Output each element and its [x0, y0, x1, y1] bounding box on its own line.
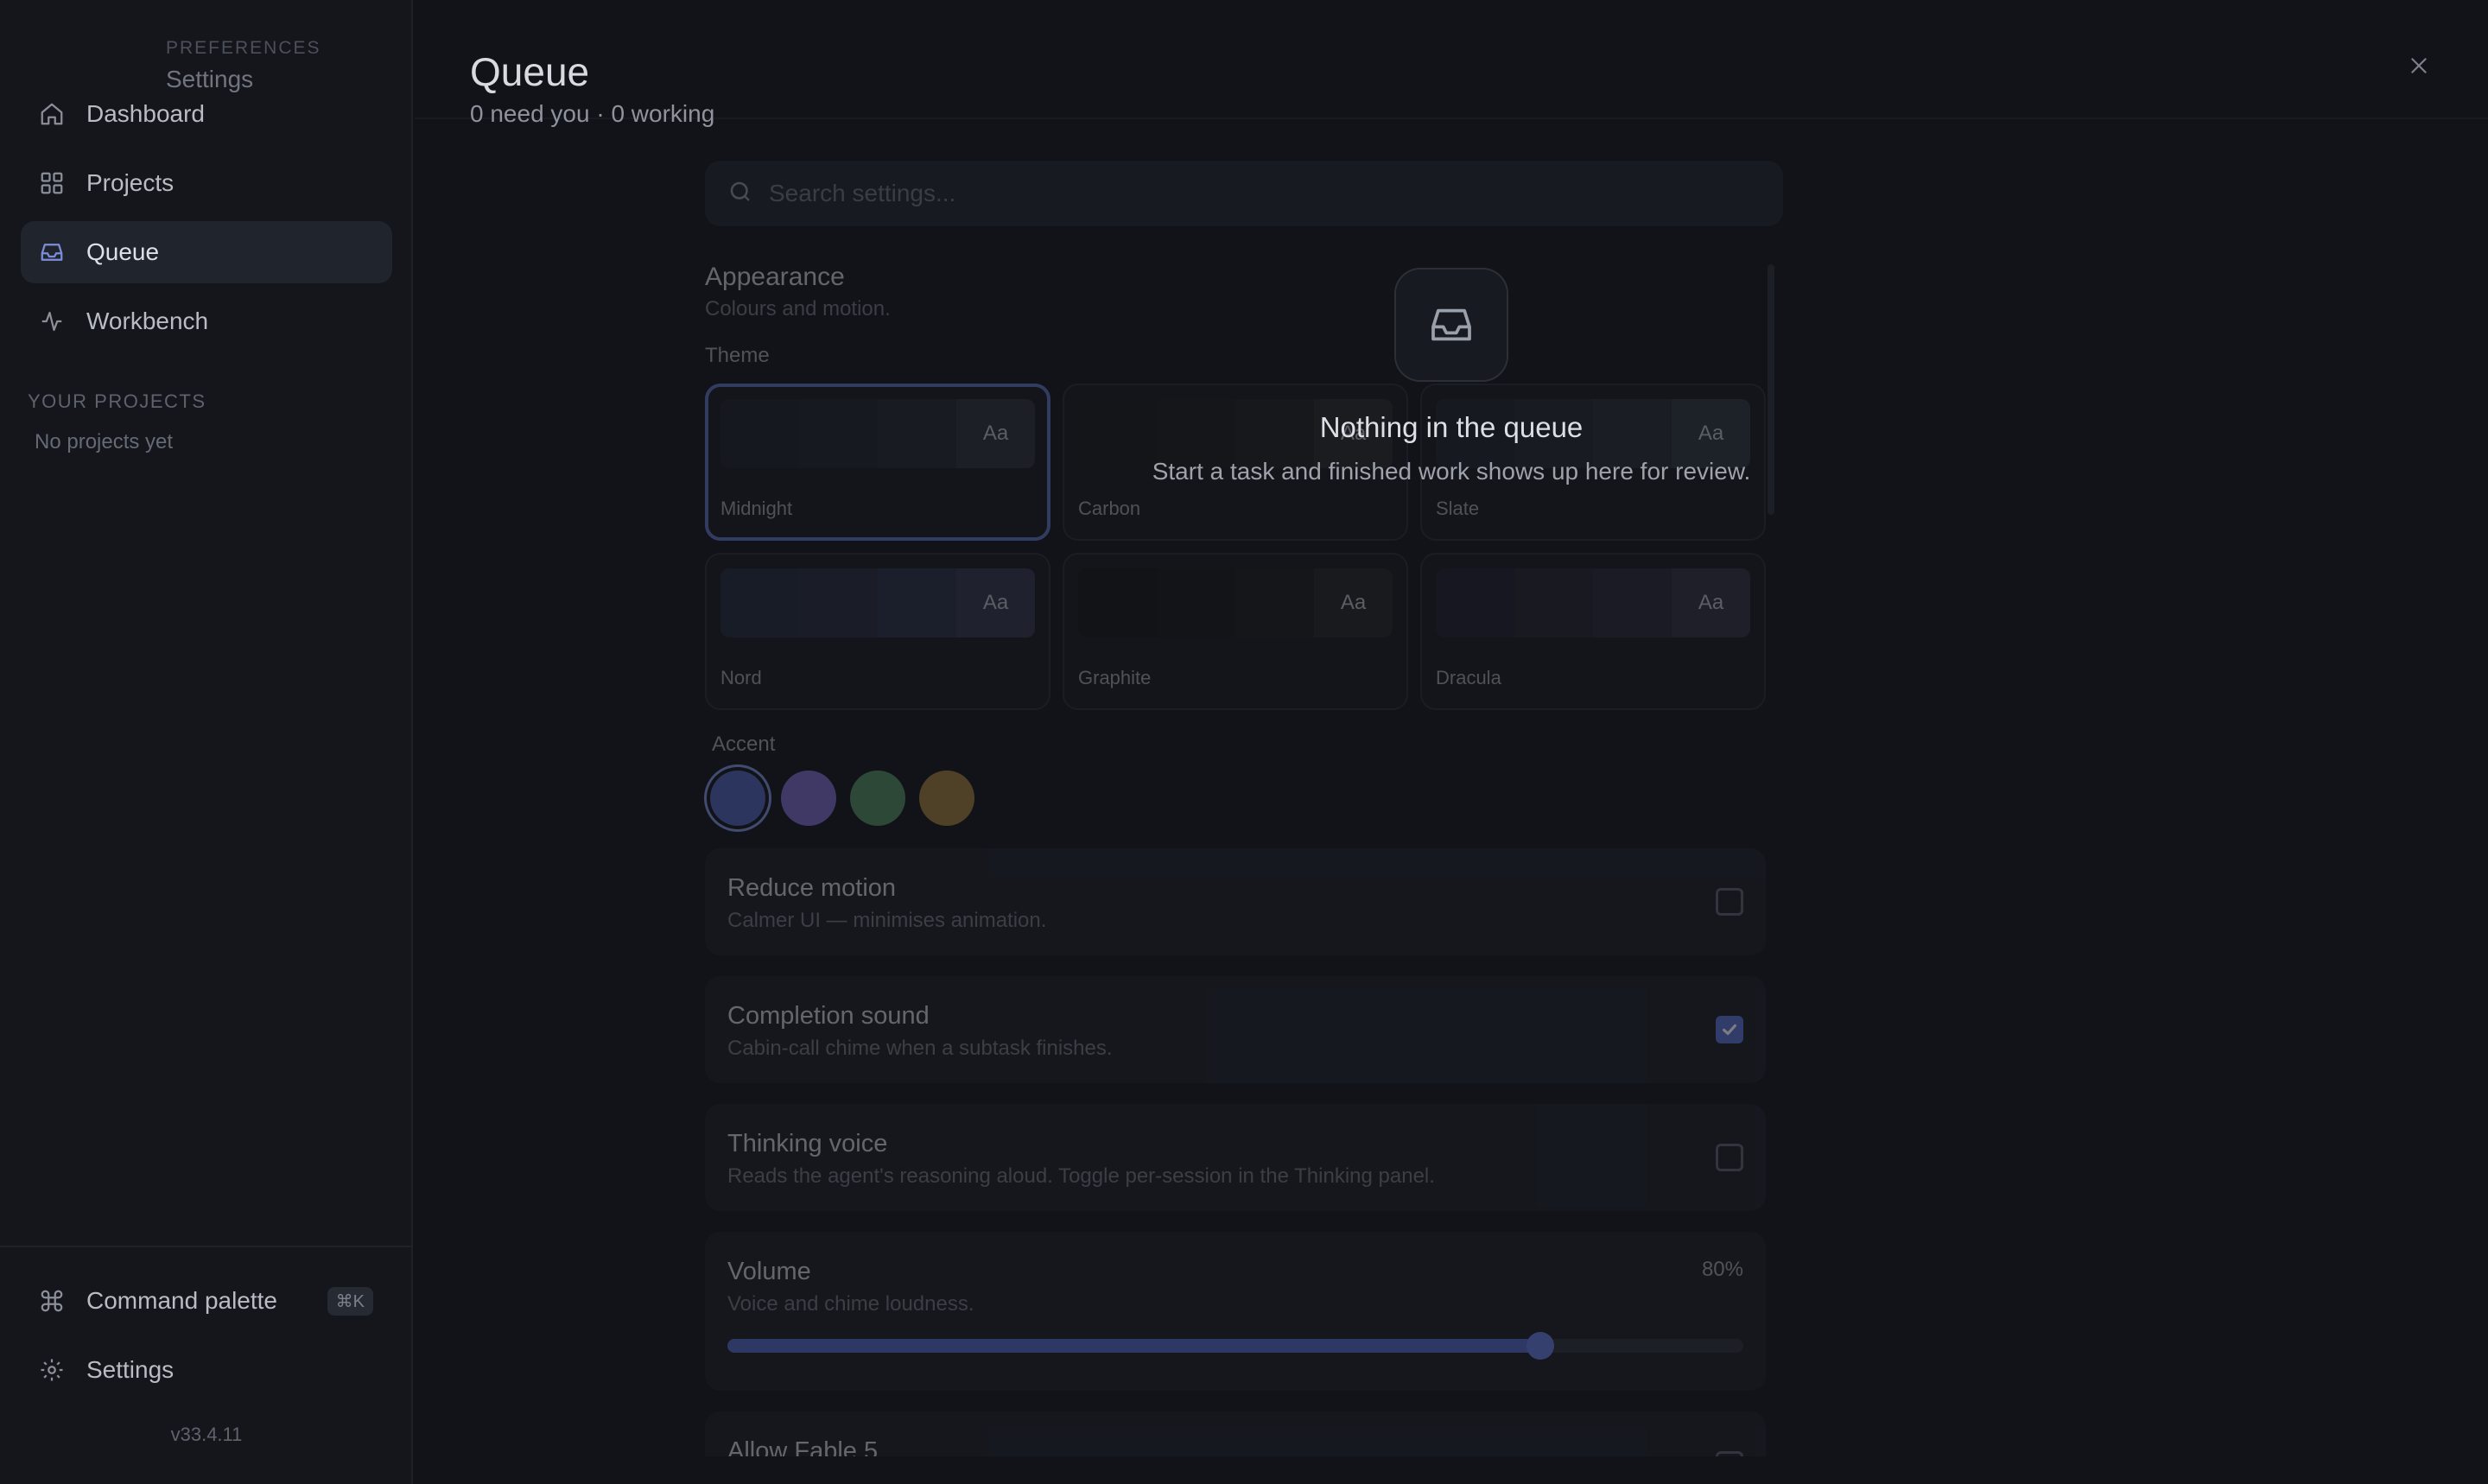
theme-swatch: Aa	[1436, 568, 1750, 637]
theme-swatch: Aa	[1078, 568, 1393, 637]
setting-title: Volume	[727, 1258, 811, 1285]
theme-label: Theme	[705, 344, 770, 367]
appearance-subtitle: Colours and motion.	[705, 297, 891, 320]
accent-swatch-blue[interactable]	[710, 771, 765, 826]
panel-bottom-edge	[415, 1456, 2488, 1484]
accent-swatch-amber[interactable]	[919, 771, 974, 826]
theme-swatch: Aa	[720, 568, 1035, 637]
appearance-heading: Appearance	[705, 263, 845, 291]
settings-search[interactable]	[705, 161, 1783, 226]
accent-swatch-purple[interactable]	[781, 771, 836, 826]
page-title: Queue	[470, 49, 590, 94]
setting-description: Voice and chime loudness.	[727, 1292, 974, 1316]
inbox-icon	[1431, 308, 1471, 341]
setting-row-reduce-motion: Reduce motion Calmer UI — minimises anim…	[705, 848, 1766, 955]
volume-slider-fill	[727, 1339, 1540, 1353]
accent-swatch-green[interactable]	[850, 771, 905, 826]
completion-sound-checkbox[interactable]	[1716, 1016, 1743, 1043]
volume-slider[interactable]	[727, 1332, 1743, 1360]
search-input[interactable]	[769, 180, 1719, 207]
theme-card-graphite[interactable]: Aa Graphite	[1063, 553, 1408, 710]
setting-row-thinking-voice: Thinking voice Reads the agent's reasoni…	[705, 1104, 1766, 1211]
volume-slider-handle[interactable]	[1526, 1332, 1554, 1360]
theme-name: Midnight	[720, 498, 793, 519]
setting-title: Reduce motion	[727, 874, 897, 902]
theme-name: Dracula	[1436, 667, 1501, 688]
setting-title: Thinking voice	[727, 1130, 888, 1157]
setting-description: Cabin-call chime when a subtask finishes…	[727, 1037, 1113, 1060]
theme-name: Graphite	[1078, 667, 1152, 688]
theme-card-nord[interactable]: Aa Nord	[705, 553, 1050, 710]
close-icon	[2411, 58, 2427, 73]
theme-name: Carbon	[1078, 498, 1141, 519]
search-icon	[727, 179, 753, 209]
setting-description: Reads the agent's reasoning aloud. Toggl…	[727, 1164, 1435, 1188]
header-divider	[415, 117, 2488, 119]
settings-panel-backdrop: Appearance Colours and motion. Theme Aa …	[0, 0, 2488, 1484]
queue-status: 0 need you · 0 working	[470, 100, 715, 127]
setting-title: Completion sound	[727, 1002, 930, 1030]
close-button[interactable]	[2402, 48, 2436, 83]
checkmark-icon	[1723, 1024, 1736, 1036]
theme-card-dracula[interactable]: Aa Dracula	[1420, 553, 1766, 710]
setting-row-volume: Volume Voice and chime loudness. 80%	[705, 1232, 1766, 1391]
accent-label: Accent	[712, 732, 776, 756]
theme-name: Slate	[1436, 498, 1480, 519]
setting-description: Calmer UI — minimises animation.	[727, 909, 1047, 932]
empty-state-icon-box	[1394, 268, 1508, 382]
empty-state-subtitle: Start a task and finished work shows up …	[1152, 458, 1751, 485]
reduce-motion-checkbox[interactable]	[1716, 888, 1743, 916]
thinking-voice-checkbox[interactable]	[1716, 1144, 1743, 1171]
setting-row-completion-sound: Completion sound Cabin-call chime when a…	[705, 976, 1766, 1083]
empty-state-title: Nothing in the queue	[1319, 411, 1584, 443]
volume-value: 80%	[1701, 1258, 1743, 1281]
theme-name: Nord	[720, 667, 762, 688]
